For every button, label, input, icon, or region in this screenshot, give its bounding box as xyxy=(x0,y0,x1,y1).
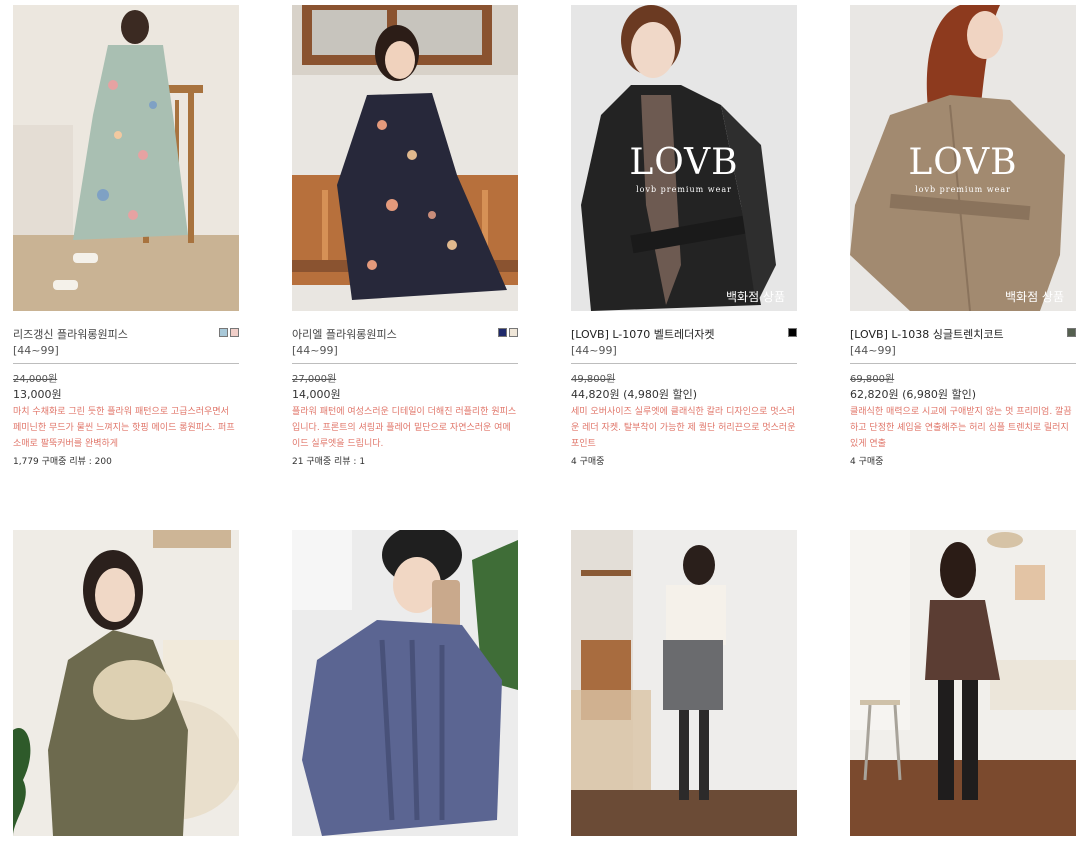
product-card[interactable]: 리즈갱신 플라워롱원피스 [44~99] 24,000원 13,000원 마치 … xyxy=(13,5,239,467)
product-card[interactable] xyxy=(571,530,797,836)
product-image[interactable]: LOVB lovb premium wear 백화점 상품 xyxy=(571,5,797,311)
product-size: [44~99] xyxy=(850,344,896,357)
brand-logo: LOVB xyxy=(908,142,1018,183)
product-card[interactable]: 아리엘 플라워롱원피스 [44~99] 27,000원 14,000원 플라워 … xyxy=(292,5,518,467)
purchase-stats: 1,779 구매중 리뷰 : 200 xyxy=(13,457,112,467)
product-photo xyxy=(292,530,518,836)
color-swatch xyxy=(788,328,797,337)
color-swatch xyxy=(509,328,518,337)
divider xyxy=(571,363,797,364)
product-description: 마치 수채화로 그린 듯한 플라워 패턴으로 고급스러우면서 페미닌한 무드가 … xyxy=(13,407,235,449)
product-card[interactable]: LOVB lovb premium wear 백화점 상품 [LOVB] L-1… xyxy=(850,5,1076,467)
purchase-stats: 4 구매중 xyxy=(571,457,605,467)
brand-logo-tagline: lovb premium wear xyxy=(636,185,732,194)
brand-logo-tagline: lovb premium wear xyxy=(915,185,1011,194)
original-price: 27,000원 xyxy=(292,374,337,385)
product-name[interactable]: 리즈갱신 플라워롱원피스 xyxy=(13,326,239,342)
color-swatches xyxy=(788,328,797,337)
product-photo xyxy=(13,530,239,836)
purchase-stats: 4 구매중 xyxy=(850,457,884,467)
product-description: 플라워 패턴에 여성스러운 디테일이 더해진 러플리한 원피스입니다. 프론트의… xyxy=(292,407,517,449)
product-name[interactable]: [LOVB] L-1070 벨트레더자켓 xyxy=(571,326,797,342)
product-size: [44~99] xyxy=(292,344,338,357)
sale-price: 44,820원 (4,980원 할인) xyxy=(571,388,698,401)
product-description: 세미 오버사이즈 실루엣에 클래식한 칼라 디자인으로 멋스러운 레더 자켓. … xyxy=(571,407,796,449)
color-swatches xyxy=(1067,328,1076,337)
color-swatch xyxy=(1067,328,1076,337)
original-price: 49,800원 xyxy=(571,374,616,385)
product-photo xyxy=(13,5,239,311)
product-photo xyxy=(850,530,1076,836)
department-store-badge: 백화점 상품 xyxy=(1004,290,1064,304)
sale-price: 62,820원 (6,980원 할인) xyxy=(850,388,977,401)
color-swatches xyxy=(219,328,239,337)
department-store-badge: 백화점 상품 xyxy=(725,290,785,304)
product-photo xyxy=(292,5,518,311)
original-price: 24,000원 xyxy=(13,374,58,385)
product-name[interactable]: 아리엘 플라워롱원피스 xyxy=(292,326,518,342)
product-card[interactable] xyxy=(13,530,239,836)
product-size: [44~99] xyxy=(13,344,59,357)
product-image[interactable] xyxy=(13,530,239,836)
product-image[interactable] xyxy=(850,530,1076,836)
product-description: 클래식한 매력으로 시교에 구애받지 않는 멋 프리미엄. 깔끔하고 단정한 셰… xyxy=(850,407,1072,449)
brand-logo: LOVB xyxy=(629,142,739,183)
divider xyxy=(850,363,1076,364)
product-image[interactable] xyxy=(13,5,239,311)
product-image[interactable]: LOVB lovb premium wear 백화점 상품 xyxy=(850,5,1076,311)
color-swatch xyxy=(498,328,507,337)
divider xyxy=(292,363,518,364)
product-card[interactable] xyxy=(292,530,518,836)
color-swatch xyxy=(230,328,239,337)
sale-price: 13,000원 xyxy=(13,388,62,401)
purchase-stats: 21 구매중 리뷰 : 1 xyxy=(292,457,366,467)
product-image[interactable] xyxy=(292,5,518,311)
product-image[interactable] xyxy=(571,530,797,836)
product-card[interactable] xyxy=(850,530,1076,836)
sale-price: 14,000원 xyxy=(292,388,341,401)
product-photo xyxy=(571,530,797,836)
product-name[interactable]: [LOVB] L-1038 싱글트렌치코트 xyxy=(850,326,1076,342)
color-swatch xyxy=(219,328,228,337)
color-swatches xyxy=(498,328,518,337)
divider xyxy=(13,363,239,364)
product-size: [44~99] xyxy=(571,344,617,357)
product-image[interactable] xyxy=(292,530,518,836)
original-price: 69,800원 xyxy=(850,374,895,385)
product-card[interactable]: LOVB lovb premium wear 백화점 상품 [LOVB] L-1… xyxy=(571,5,797,467)
